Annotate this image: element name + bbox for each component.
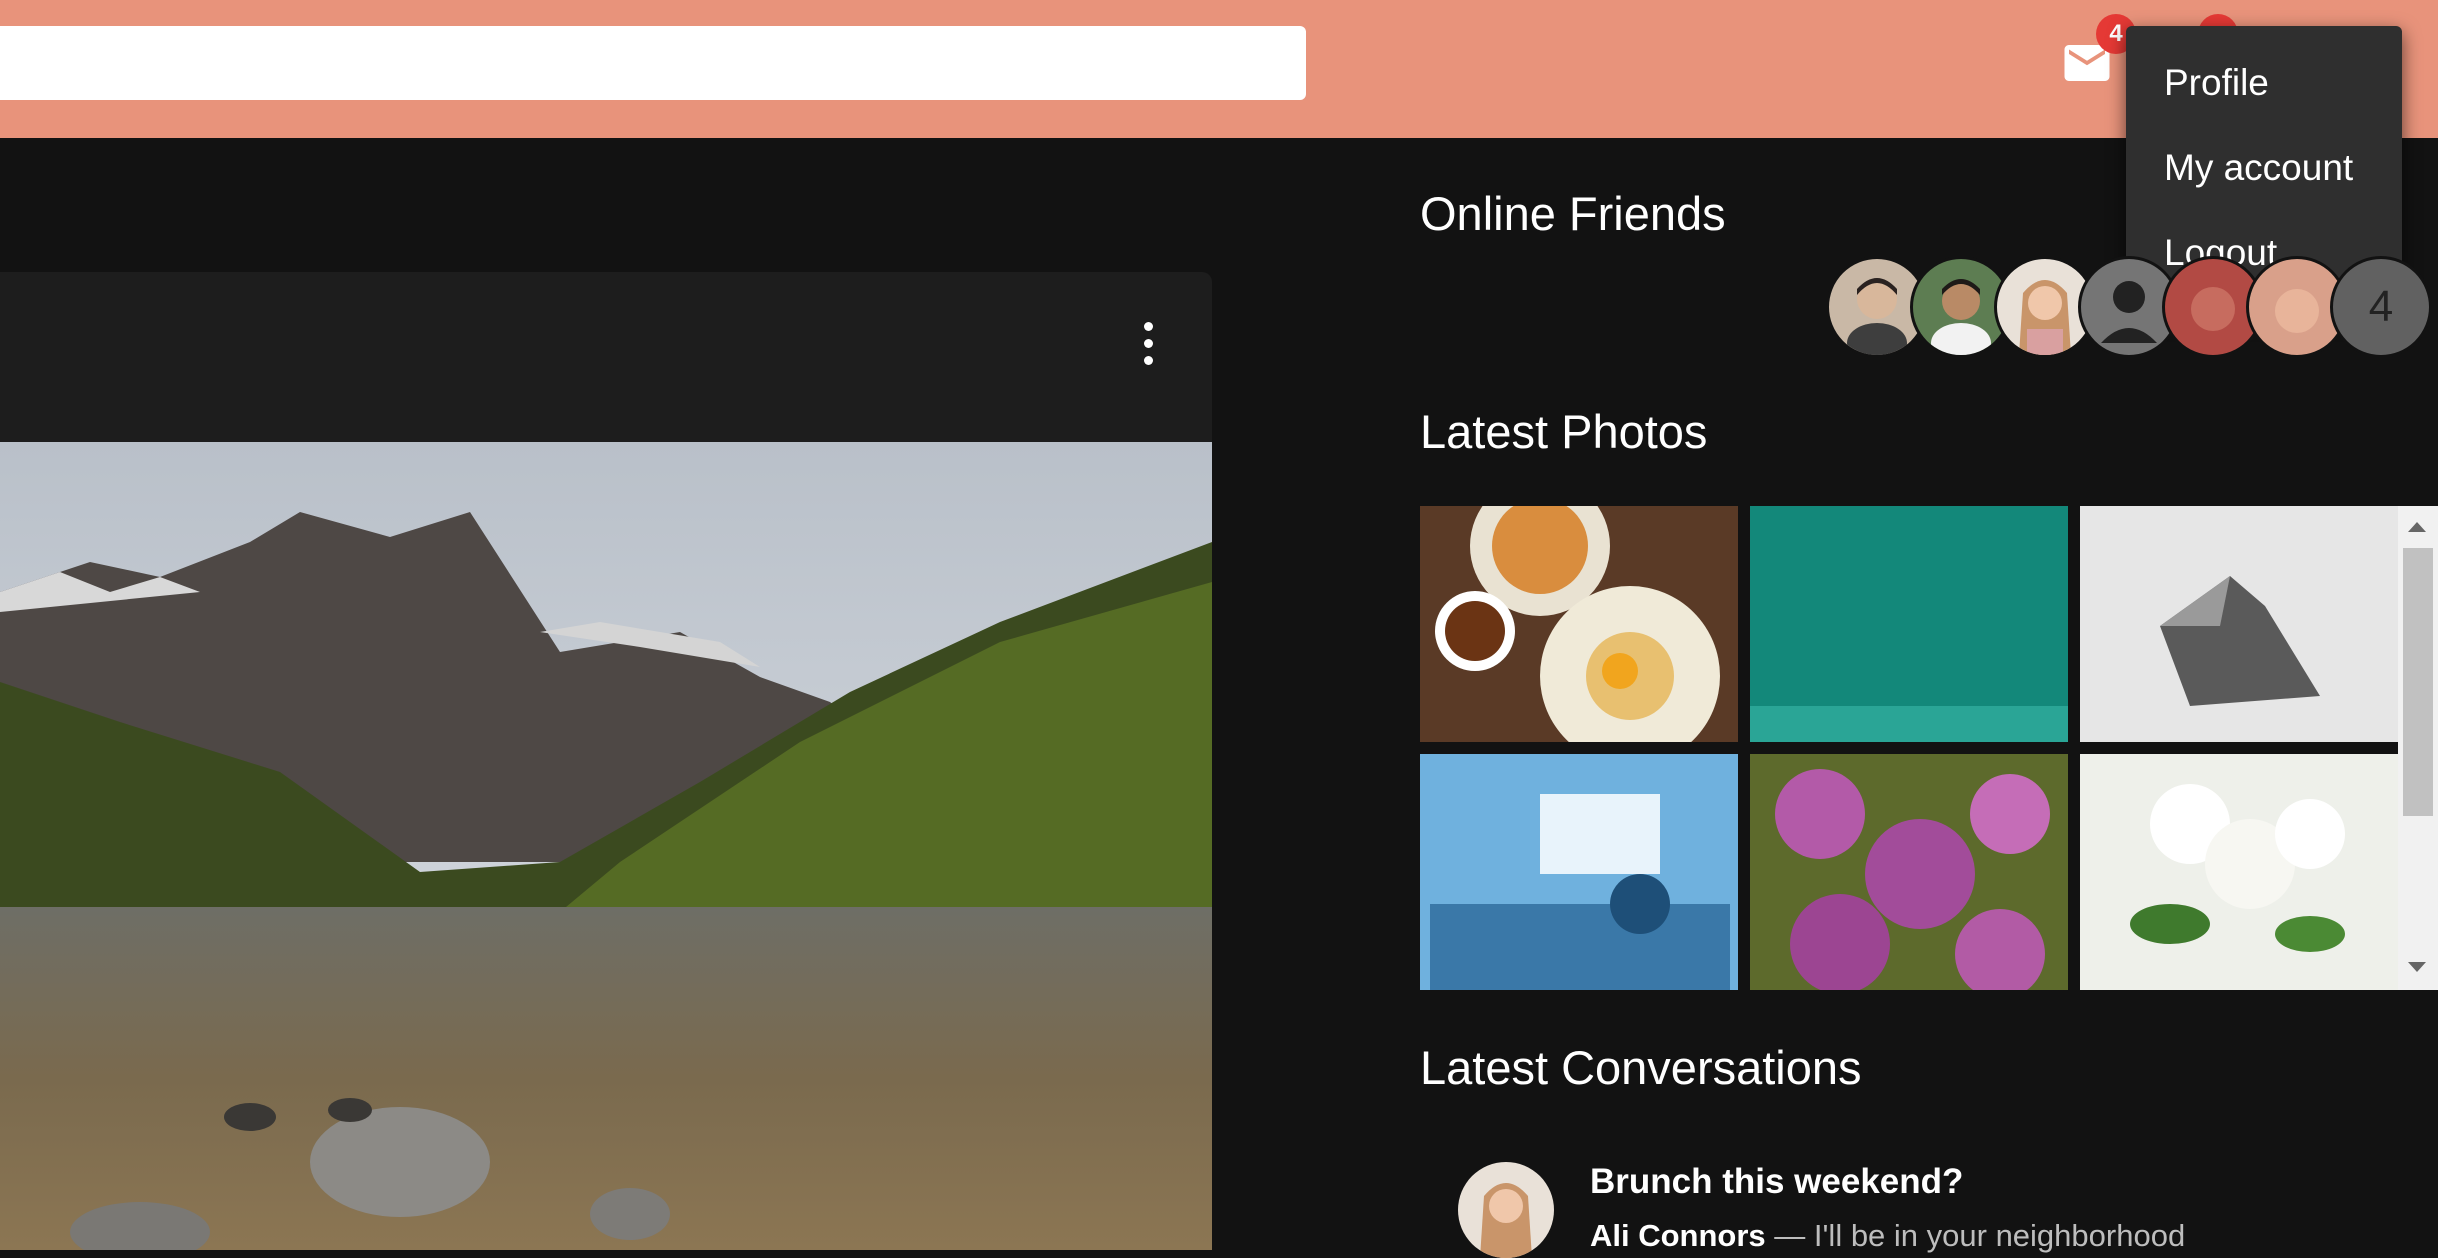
scroll-up-icon[interactable] (2408, 522, 2426, 532)
more-friends-count[interactable]: 4 (2330, 256, 2432, 358)
conversation-title[interactable]: Brunch this weekend? (1590, 1162, 1963, 1202)
online-friends-title: Online Friends (1420, 187, 1726, 240)
app-bar: 4 (0, 0, 2438, 138)
photo-sea[interactable] (1750, 506, 2068, 742)
post-card (0, 272, 1212, 1250)
latest-photos-grid (1420, 506, 2398, 990)
photo-dj-equipment[interactable] (1420, 754, 1738, 990)
photo-white-blossoms[interactable] (2080, 754, 2398, 990)
photos-scrollbar-thumb[interactable] (2403, 548, 2433, 816)
conversation-snippet: — I'll be in your neighborhood (1765, 1218, 2186, 1253)
latest-photos-title: Latest Photos (1420, 405, 1708, 458)
scroll-down-icon[interactable] (2408, 962, 2426, 972)
photo-lilac-flowers[interactable] (1750, 754, 2068, 990)
post-image (0, 442, 1212, 1250)
photo-breakfast[interactable] (1420, 506, 1738, 742)
more-vert-icon (1138, 322, 1158, 365)
more-options-button[interactable] (1138, 322, 1158, 368)
latest-conversations-title: Latest Conversations (1420, 1041, 1862, 1094)
conversation-author: Ali Connors (1590, 1218, 1766, 1253)
photo-misty-mountain[interactable] (2080, 506, 2398, 742)
search-input[interactable] (0, 26, 1306, 100)
conversation-avatar[interactable] (1458, 1162, 1554, 1258)
conversation-preview[interactable]: Ali Connors — I'll be in your neighborho… (1590, 1218, 2185, 1254)
menu-item-profile[interactable]: Profile (2126, 40, 2402, 125)
menu-item-my-account[interactable]: My account (2126, 125, 2402, 210)
